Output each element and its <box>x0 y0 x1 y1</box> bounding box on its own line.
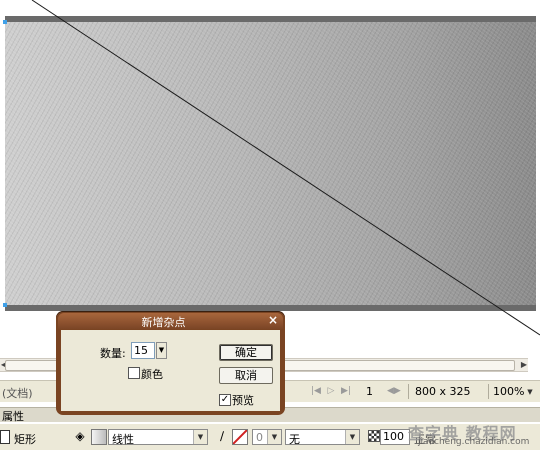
rectangle-icon <box>0 430 10 444</box>
close-icon[interactable]: × <box>267 313 279 327</box>
status-separator <box>488 384 489 399</box>
quantity-label: 数量: <box>100 347 126 360</box>
dialog-body: 数量: 15 ▼ 颜色 确定 取消 ✓ 预览 <box>61 330 280 411</box>
watermark-url: jiaocheng.chazidian.com <box>418 437 530 447</box>
pencil-icon: ∕ <box>219 429 225 443</box>
canvas-dimensions: 800 x 325 <box>415 385 471 398</box>
first-page-icon[interactable]: |◀ <box>310 385 322 397</box>
dialog-title: 新增杂点 <box>141 316 186 329</box>
properties-title: 属性 <box>2 410 24 423</box>
add-noise-dialog: 新增杂点 × 数量: 15 ▼ 颜色 确定 取消 ✓ 预览 <box>56 311 285 415</box>
scroll-right-icon[interactable]: ▶ <box>518 359 530 371</box>
chevron-down-icon: ▼ <box>193 430 207 444</box>
stroke-type-dropdown[interactable]: 无 ▼ <box>285 429 360 446</box>
status-separator <box>408 384 409 399</box>
selection-handle-top-left[interactable] <box>3 20 7 24</box>
color-checkbox[interactable] <box>128 367 140 379</box>
quantity-slider-icon[interactable]: ▼ <box>156 342 167 359</box>
preview-checkbox[interactable]: ✓ <box>219 394 231 406</box>
chevron-down-icon: ▼ <box>267 430 281 444</box>
zoom-level[interactable]: 100% <box>493 385 524 398</box>
color-checkbox-label: 颜色 <box>141 368 163 381</box>
stroke-color-swatch[interactable] <box>232 429 248 445</box>
selection-handle-bottom-left[interactable] <box>3 303 7 307</box>
opacity-input[interactable]: 100 <box>380 429 410 445</box>
quantity-input[interactable]: 15 <box>131 342 155 359</box>
fill-color-swatch[interactable] <box>91 429 107 445</box>
fill-type-value: 线性 <box>112 433 134 446</box>
current-page: 1 <box>366 385 373 398</box>
stroke-size-dropdown[interactable]: 0 ▼ <box>252 429 282 445</box>
noise-rectangle[interactable] <box>5 22 536 305</box>
document-label: (文档) <box>2 387 33 400</box>
shape-type-label: 矩形 <box>14 433 36 446</box>
ok-button[interactable]: 确定 <box>219 344 273 361</box>
no-stroke-icon <box>233 430 247 444</box>
fill-type-dropdown[interactable]: 线性 ▼ <box>108 429 208 446</box>
zoom-dropdown-icon[interactable]: ▼ <box>524 386 536 398</box>
next-page-icon[interactable]: ▶| <box>340 385 352 397</box>
chevron-down-icon: ▼ <box>345 430 359 444</box>
paint-bucket-icon: ◈ <box>75 429 85 443</box>
dialog-titlebar[interactable]: 新增杂点 × <box>58 313 283 329</box>
preview-checkbox-label: 预览 <box>232 394 254 407</box>
stroke-size-value: 0 <box>256 431 263 444</box>
opacity-icon <box>368 430 380 442</box>
fireworks-window: ◀ ▶ (文档) |◀ ▷ ▶| ◀▶ 1 800 x 325 100% ▼ 属… <box>0 0 540 450</box>
last-page-icon[interactable]: ◀▶ <box>387 385 401 397</box>
play-icon[interactable]: ▷ <box>325 385 337 397</box>
stroke-type-value: 无 <box>289 433 300 446</box>
cancel-button[interactable]: 取消 <box>219 367 273 384</box>
